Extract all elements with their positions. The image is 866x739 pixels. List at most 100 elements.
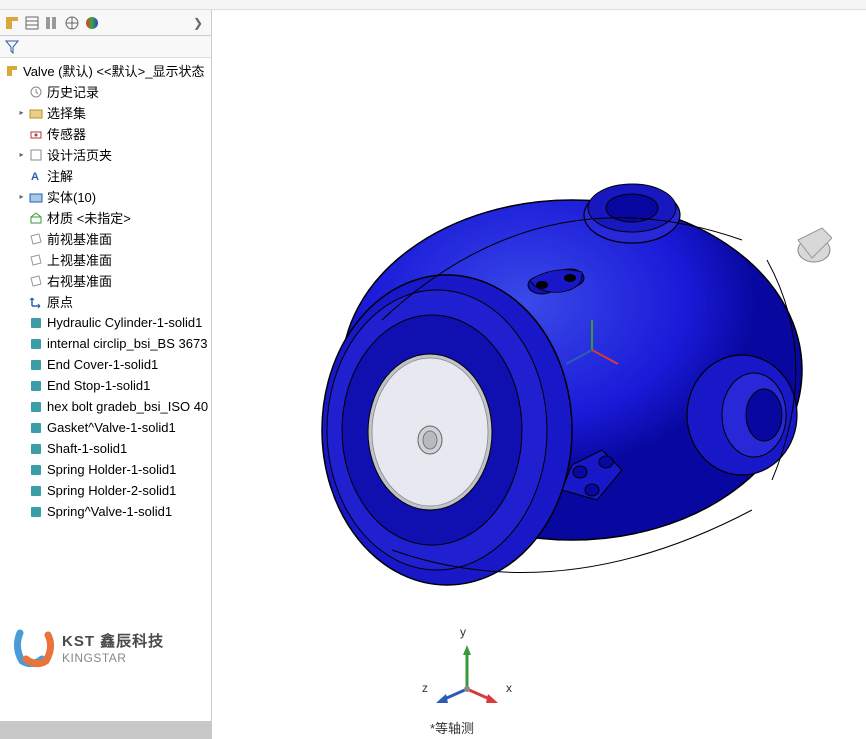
expand-placeholder bbox=[16, 128, 27, 139]
view-orientation-label: *等轴测 bbox=[430, 718, 474, 737]
expand-placeholder bbox=[16, 338, 27, 349]
logo-line2: KINGSTAR bbox=[62, 651, 164, 665]
expand-arrow-icon[interactable]: ❯ bbox=[189, 16, 207, 30]
tree-label: 上视基准面 bbox=[47, 250, 112, 269]
tree-label: 历史记录 bbox=[47, 82, 99, 101]
tree-label: 原点 bbox=[47, 292, 73, 311]
tree-label: Gasket^Valve-1-solid1 bbox=[47, 420, 176, 435]
feature-tree-tab-icon[interactable] bbox=[4, 15, 20, 31]
plane-icon bbox=[28, 273, 44, 289]
sidebar-resize-strip[interactable] bbox=[0, 721, 212, 739]
binder-icon bbox=[28, 147, 44, 163]
appearance-tab-icon[interactable] bbox=[84, 15, 100, 31]
imported-body-icon bbox=[28, 357, 44, 373]
tree-label: 选择集 bbox=[47, 103, 86, 122]
property-tab-icon[interactable] bbox=[24, 15, 40, 31]
expand-icon[interactable]: ▸ bbox=[16, 149, 27, 160]
expand-placeholder bbox=[16, 464, 27, 475]
tree-body-item[interactable]: End Cover-1-solid1 bbox=[0, 354, 211, 375]
tree-sensors[interactable]: 传感器 bbox=[0, 123, 211, 144]
config-tab-icon[interactable] bbox=[44, 15, 60, 31]
plane-icon bbox=[28, 252, 44, 268]
ruler-bar bbox=[0, 0, 866, 10]
imported-body-icon bbox=[28, 336, 44, 352]
tree-label: End Stop-1-solid1 bbox=[47, 378, 150, 393]
tree-label: Spring^Valve-1-solid1 bbox=[47, 504, 172, 519]
tree-label: Spring Holder-2-solid1 bbox=[47, 483, 176, 498]
folder-icon bbox=[28, 105, 44, 121]
imported-body-icon bbox=[28, 483, 44, 499]
tree-body-item[interactable]: Spring Holder-1-solid1 bbox=[0, 459, 211, 480]
tree-label: Shaft-1-solid1 bbox=[47, 441, 127, 456]
expand-placeholder bbox=[16, 485, 27, 496]
tree-annotations[interactable]: A 注解 bbox=[0, 165, 211, 186]
tree-selection-sets[interactable]: ▸ 选择集 bbox=[0, 102, 211, 123]
tree-label: Hydraulic Cylinder-1-solid1 bbox=[47, 315, 202, 330]
material-icon bbox=[28, 210, 44, 226]
tree-label: End Cover-1-solid1 bbox=[47, 357, 158, 372]
tree-history[interactable]: 历史记录 bbox=[0, 81, 211, 102]
tree-body-item[interactable]: Shaft-1-solid1 bbox=[0, 438, 211, 459]
tree-label: 传感器 bbox=[47, 124, 86, 143]
dim-tab-icon[interactable] bbox=[64, 15, 80, 31]
tree-body-item[interactable]: Spring Holder-2-solid1 bbox=[0, 480, 211, 501]
tree-front-plane[interactable]: 前视基准面 bbox=[0, 228, 211, 249]
panel-tab-bar: ❯ bbox=[0, 10, 211, 36]
logo-icon bbox=[12, 625, 56, 669]
imported-body-icon bbox=[28, 378, 44, 394]
tree-root-node[interactable]: Valve (默认) <<默认>_显示状态 bbox=[0, 60, 211, 81]
tree-material[interactable]: 材质 <未指定> bbox=[0, 207, 211, 228]
expand-placeholder bbox=[16, 233, 27, 244]
history-icon bbox=[28, 84, 44, 100]
solid-folder-icon bbox=[28, 189, 44, 205]
expand-placeholder bbox=[16, 254, 27, 265]
tree-top-plane[interactable]: 上视基准面 bbox=[0, 249, 211, 270]
expand-placeholder bbox=[16, 506, 27, 517]
tree-label: hex bolt gradeb_bsi_ISO 40 bbox=[47, 399, 208, 414]
expand-placeholder bbox=[16, 380, 27, 391]
tree-body-item[interactable]: Hydraulic Cylinder-1-solid1 bbox=[0, 312, 211, 333]
feature-manager-panel: ❯ Valve (默认) <<默认>_显示状态 历史记录 ▸ 选择集 bbox=[0, 10, 212, 739]
3d-viewport[interactable]: y x z *等轴测 bbox=[212, 10, 866, 739]
expand-placeholder bbox=[16, 401, 27, 412]
expand-placeholder bbox=[16, 86, 27, 97]
tree-body-item[interactable]: hex bolt gradeb_bsi_ISO 40 bbox=[0, 396, 211, 417]
filter-icon[interactable] bbox=[4, 39, 20, 55]
plane-icon bbox=[28, 231, 44, 247]
tree-solid-bodies[interactable]: ▸ 实体(10) bbox=[0, 186, 211, 207]
expand-placeholder bbox=[16, 275, 27, 286]
sensor-icon bbox=[28, 126, 44, 142]
tree-label: Valve (默认) <<默认>_显示状态 bbox=[23, 61, 204, 80]
view-triad-icon[interactable] bbox=[432, 639, 502, 709]
expand-placeholder bbox=[16, 170, 27, 181]
expand-icon[interactable]: ▸ bbox=[16, 191, 27, 202]
expand-placeholder bbox=[16, 359, 27, 370]
tree-label: Spring Holder-1-solid1 bbox=[47, 462, 176, 477]
tree-body-item[interactable]: Spring^Valve-1-solid1 bbox=[0, 501, 211, 522]
tree-label: internal circlip_bsi_BS 3673 bbox=[47, 336, 207, 351]
imported-body-icon bbox=[28, 462, 44, 478]
tree-body-item[interactable]: Gasket^Valve-1-solid1 bbox=[0, 417, 211, 438]
axis-x-label: x bbox=[506, 681, 512, 695]
tree-right-plane[interactable]: 右视基准面 bbox=[0, 270, 211, 291]
tree-label: 实体(10) bbox=[47, 187, 96, 206]
tree-design-binder[interactable]: ▸ 设计活页夹 bbox=[0, 144, 211, 165]
3d-model-render[interactable] bbox=[262, 110, 832, 610]
filter-bar bbox=[0, 36, 211, 58]
svg-text:A: A bbox=[31, 171, 39, 183]
logo-line1: KST 鑫辰科技 bbox=[62, 630, 164, 651]
expand-placeholder bbox=[16, 317, 27, 328]
tree-body-item[interactable]: internal circlip_bsi_BS 3673 bbox=[0, 333, 211, 354]
imported-body-icon bbox=[28, 504, 44, 520]
axis-z-label: z bbox=[422, 681, 428, 695]
expand-placeholder bbox=[16, 296, 27, 307]
expand-icon[interactable]: ▸ bbox=[16, 107, 27, 118]
vendor-logo: KST 鑫辰科技 KINGSTAR bbox=[12, 625, 164, 669]
tree-label: 右视基准面 bbox=[47, 271, 112, 290]
origin-icon bbox=[28, 294, 44, 310]
expand-placeholder bbox=[16, 443, 27, 454]
tree-body-item[interactable]: End Stop-1-solid1 bbox=[0, 375, 211, 396]
imported-body-icon bbox=[28, 441, 44, 457]
main-container: ❯ Valve (默认) <<默认>_显示状态 历史记录 ▸ 选择集 bbox=[0, 10, 866, 739]
tree-origin[interactable]: 原点 bbox=[0, 291, 211, 312]
